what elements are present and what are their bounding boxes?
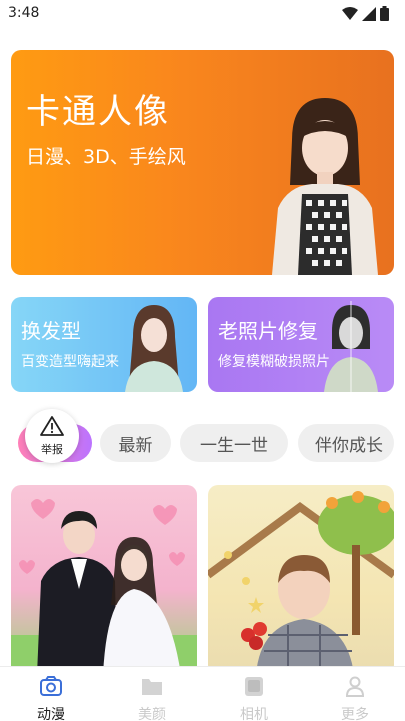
chip-latest[interactable]: 最新 (100, 424, 171, 462)
chip-growing-up[interactable]: 伴你成长 (298, 424, 394, 462)
nav-label: 动漫 (37, 707, 65, 721)
nav-label: 相机 (240, 707, 268, 721)
child-photo-image (208, 491, 394, 675)
nav-item-camera[interactable]: 相机 (224, 675, 284, 721)
restored-photo-image (324, 301, 378, 392)
hero-subtitle: 日漫、3D、手绘风 (26, 146, 186, 168)
status-icons (342, 6, 389, 25)
change-hairstyle-card[interactable]: 换发型 百变造型嗨起来 (11, 297, 197, 392)
card-subtitle: 百变造型嗨起来 (21, 354, 119, 370)
status-bar: 3:48 (0, 0, 405, 28)
nav-label: 美颜 (138, 707, 166, 721)
camera-icon (39, 675, 63, 701)
status-time: 3:48 (8, 5, 40, 21)
nav-item-beauty[interactable]: 美颜 (122, 675, 182, 721)
report-button[interactable]: 举报 (25, 409, 79, 463)
nav-item-more[interactable]: 更多 (325, 675, 385, 721)
portrait-woman-image (272, 98, 378, 275)
image-icon (242, 675, 266, 701)
card-title: 换发型 (21, 319, 81, 343)
cartoon-portrait-banner[interactable]: 卡通人像 日漫、3D、手绘风 (11, 50, 394, 275)
card-subtitle: 修复模糊破损照片 (218, 354, 330, 370)
report-label: 举报 (41, 442, 63, 456)
bottom-nav: 动漫 美颜 相机 更多 (0, 666, 405, 721)
template-tile-child[interactable] (208, 485, 394, 675)
battery-icon (380, 6, 389, 25)
card-title: 老照片修复 (218, 319, 318, 343)
cellular-signal-icon (362, 6, 376, 25)
template-tile-couple[interactable] (11, 485, 197, 675)
chip-forever[interactable]: 一生一世 (180, 424, 288, 462)
wifi-icon (342, 6, 358, 25)
folder-icon (140, 675, 164, 701)
hero-title: 卡通人像 (26, 92, 170, 132)
old-photo-restore-card[interactable]: 老照片修复 修复模糊破损照片 (208, 297, 394, 392)
couple-photo-image (11, 499, 197, 675)
nav-label: 更多 (341, 707, 369, 721)
app-screen: 3:48 卡通人像 日漫、3D、手绘风 换发型 百变造型嗨起来 老照片修复 修复… (0, 0, 405, 721)
person-icon (343, 675, 367, 701)
nav-item-anime[interactable]: 动漫 (21, 675, 81, 721)
hairstyle-model-image (125, 305, 183, 392)
warning-icon (40, 415, 64, 440)
